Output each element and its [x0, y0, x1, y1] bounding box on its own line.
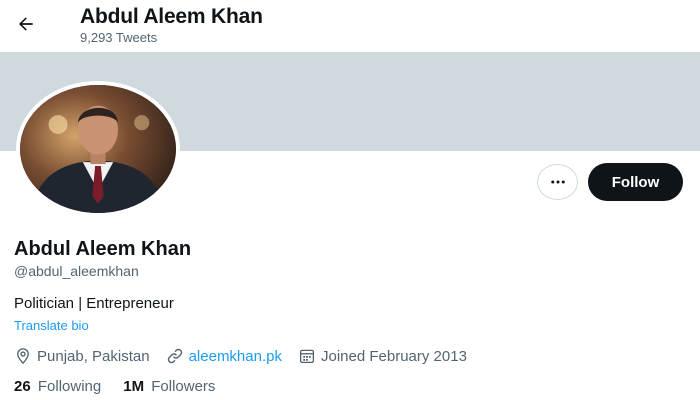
more-options-button[interactable] [537, 164, 578, 200]
avatar[interactable] [16, 81, 180, 217]
website-link[interactable]: aleemkhan.pk [189, 348, 282, 365]
profile-meta: Punjab, Pakistan aleemkhan.pk Joined Feb… [14, 346, 483, 366]
following-link[interactable]: 26 Following [14, 378, 101, 395]
more-icon [550, 180, 565, 184]
joined-item: Joined February 2013 [298, 347, 467, 365]
back-button[interactable] [10, 8, 42, 40]
calendar-icon [299, 349, 315, 364]
link-icon [167, 348, 182, 364]
followers-label: Followers [151, 378, 216, 395]
location-item: Punjab, Pakistan [14, 347, 150, 365]
profile-handle: @abdul_aleemkhan [14, 263, 139, 279]
profile-stats: 26 Following 1M Followers [14, 378, 237, 395]
avatar-photo [20, 85, 176, 213]
top-bar: Abdul Aleem Khan 9,293 Tweets [0, 0, 700, 52]
back-arrow-icon [19, 17, 33, 31]
profile-display-name: Abdul Aleem Khan [14, 238, 192, 260]
follow-button[interactable]: Follow [588, 163, 683, 201]
followers-count: 1M [123, 378, 145, 395]
header-name: Abdul Aleem Khan [80, 5, 263, 28]
location-icon [17, 348, 29, 365]
location-text: Punjab, Pakistan [37, 347, 150, 365]
following-count: 26 [14, 378, 31, 395]
followers-link[interactable]: 1M Followers [123, 378, 215, 395]
translate-bio-link[interactable]: Translate bio [14, 318, 89, 333]
profile-bio: Politician | Entrepreneur [14, 295, 174, 312]
following-label: Following [37, 378, 102, 395]
website-item[interactable]: aleemkhan.pk [166, 347, 282, 365]
tweet-count: 9,293 Tweets [80, 30, 158, 45]
joined-text: Joined February 2013 [320, 347, 467, 365]
